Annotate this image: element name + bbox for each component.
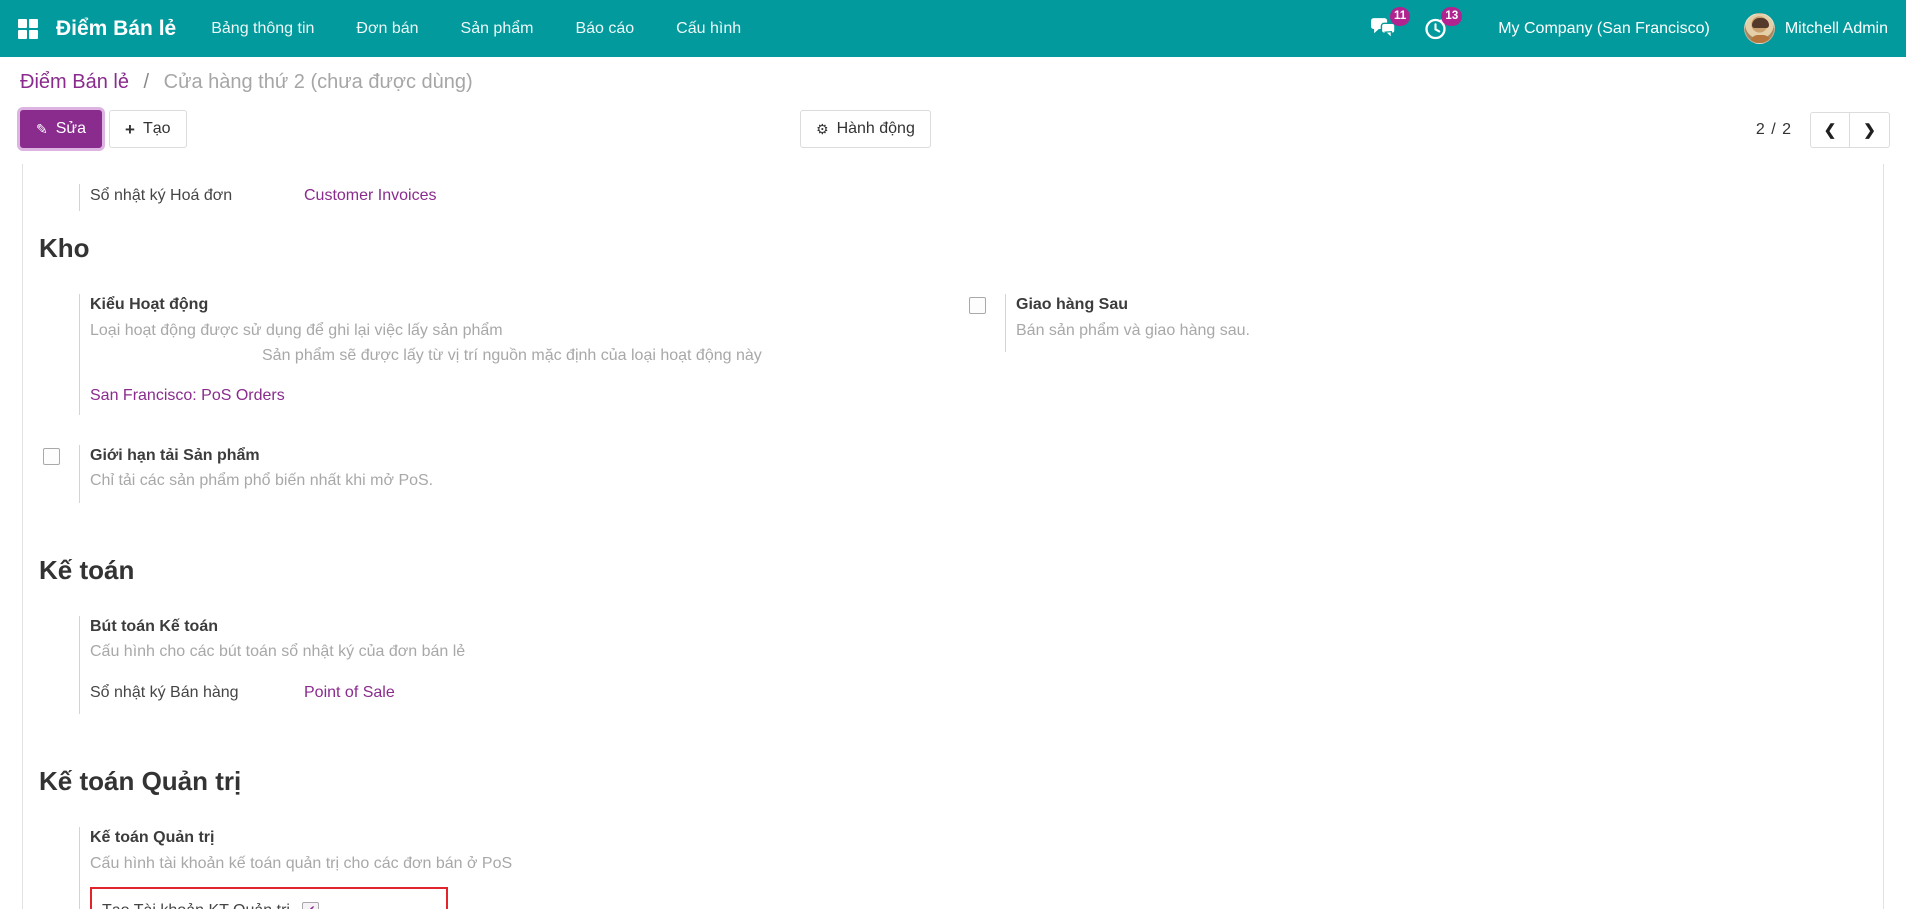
edit-button[interactable]: ✎ Sửa <box>20 110 103 148</box>
ship-later-help: Bán sản phẩm và giao hàng sau. <box>1016 321 1250 339</box>
create-button[interactable]: + Tạo <box>109 110 187 148</box>
limited-products-checkbox[interactable] <box>43 447 60 465</box>
edit-button-label: Sửa <box>55 120 87 137</box>
sales-journal-value-link[interactable]: Point of Sale <box>304 681 395 704</box>
operation-type-help: Loại hoạt động được sử dụng để ghi lại v… <box>90 321 503 339</box>
pager-value: 2 / 2 <box>1755 121 1792 138</box>
operation-type-help-2: Sản phẩm sẽ được lấy từ vị trí nguồn mặc… <box>262 346 762 364</box>
sales-journal-label: Sổ nhật ký Bán hàng <box>90 684 239 702</box>
chevron-left-icon: ❮ <box>1823 122 1837 139</box>
pager-previous-button[interactable]: ❮ <box>1810 112 1850 148</box>
create-button-label: Tạo <box>142 120 171 137</box>
form-sheet: Sổ nhật ký Hoá đơn Customer Invoices Kho… <box>22 164 1884 909</box>
section-title-analytic: Kế toán Quản trị <box>39 766 242 797</box>
analytic-highlight-box: Tạo Tài khoản KT Quản trị Tài khoản KT Q… <box>90 886 448 909</box>
gear-icon: ⚙ <box>816 121 829 137</box>
invoice-journal-label: Sổ nhật ký Hoá đơn <box>90 187 233 204</box>
control-panel: ✎ Sửa + Tạo ⚙ Hành động 2 / 2 ❮ ❯ <box>0 100 1906 160</box>
setting-box-limited-products: Giới hạn tải Sản phẩm Chỉ tải các sản ph… <box>39 444 953 503</box>
limited-products-help: Chỉ tải các sản phẩm phổ biến nhất khi m… <box>90 472 434 490</box>
user-name: Mitchell Admin <box>1784 19 1888 37</box>
nav-item-products[interactable]: Sản phẩm <box>440 0 555 57</box>
user-menu[interactable]: Mitchell Admin <box>1743 13 1890 44</box>
activities-badge: 13 <box>1441 6 1463 26</box>
nav-item-configuration[interactable]: Cấu hình <box>655 0 762 57</box>
pencil-icon: ✎ <box>36 121 48 137</box>
setting-box-analytic: Kế toán Quản trị Cấu hình tài khoản kế t… <box>39 827 953 909</box>
ship-later-label: Giao hàng Sau <box>1016 296 1129 314</box>
ship-later-checkbox[interactable] <box>969 297 986 315</box>
app-brand[interactable]: Điểm Bán lẻ <box>56 17 176 41</box>
apps-grid-icon[interactable] <box>18 18 38 39</box>
create-analytic-account-label: Tạo Tài khoản KT Quản trị <box>102 899 302 909</box>
messages-button[interactable]: 11 <box>1368 6 1411 42</box>
nav-item-reporting[interactable]: Báo cáo <box>554 0 655 57</box>
analytic-header-help: Cấu hình tài khoản kế toán quản trị cho … <box>90 854 513 872</box>
messages-badge: 11 <box>1390 6 1411 26</box>
create-analytic-account-checkbox[interactable] <box>302 901 319 909</box>
section-title-inventory: Kho <box>39 233 90 264</box>
breadcrumb-parent-link[interactable]: Điểm Bán lẻ <box>20 71 129 93</box>
setting-box-ship-later: Giao hàng Sau Bán sản phẩm và giao hàng … <box>965 294 1867 352</box>
limited-products-label: Giới hạn tải Sản phẩm <box>90 446 260 464</box>
journal-entries-label: Bút toán Kế toán <box>90 617 218 635</box>
plus-icon: + <box>125 119 135 139</box>
main-menu: Bảng thông tin Đơn bán Sản phẩm Báo cáo … <box>190 0 762 57</box>
chevron-right-icon: ❯ <box>1863 122 1876 139</box>
action-button-label: Hành động <box>836 120 915 137</box>
operation-type-label: Kiểu Hoạt động <box>90 296 209 314</box>
systray: 11 13 My Company (San Francisco) Mitchel… <box>1368 6 1890 44</box>
pager-next-button[interactable]: ❯ <box>1850 112 1890 148</box>
operation-type-value-link[interactable]: San Francisco: PoS Orders <box>90 387 285 405</box>
journal-entries-help: Cấu hình cho các bút toán sổ nhật ký của… <box>90 642 466 660</box>
nav-item-dashboard[interactable]: Bảng thông tin <box>190 0 335 57</box>
pager: 2 / 2 ❮ ❯ <box>1756 110 1890 148</box>
setting-box-operation-type: Kiểu Hoạt động Loại hoạt động được sử dụ… <box>39 294 953 415</box>
company-switcher[interactable]: My Company (San Francisco) <box>1498 20 1710 38</box>
breadcrumb: Điểm Bán lẻ / Cửa hàng thứ 2 (chưa được … <box>0 57 1906 100</box>
setting-box-journal-entries: Bút toán Kế toán Cấu hình cho các bút to… <box>39 615 953 715</box>
activities-button[interactable]: 13 <box>1420 6 1463 42</box>
action-menu-button[interactable]: ⚙ Hành động <box>800 110 931 148</box>
breadcrumb-current: Cửa hàng thứ 2 (chưa được dùng) <box>163 71 473 93</box>
breadcrumb-separator: / <box>143 71 150 93</box>
invoice-journal-value-link[interactable]: Customer Invoices <box>304 184 437 207</box>
setting-box-invoice-journal: Sổ nhật ký Hoá đơn Customer Invoices <box>39 184 1867 212</box>
top-navbar: Điểm Bán lẻ Bảng thông tin Đơn bán Sản p… <box>0 0 1906 57</box>
section-title-accounting: Kế toán <box>39 554 135 585</box>
analytic-header-label: Kế toán Quản trị <box>90 829 215 847</box>
nav-item-orders[interactable]: Đơn bán <box>335 0 439 57</box>
user-avatar <box>1743 13 1775 44</box>
